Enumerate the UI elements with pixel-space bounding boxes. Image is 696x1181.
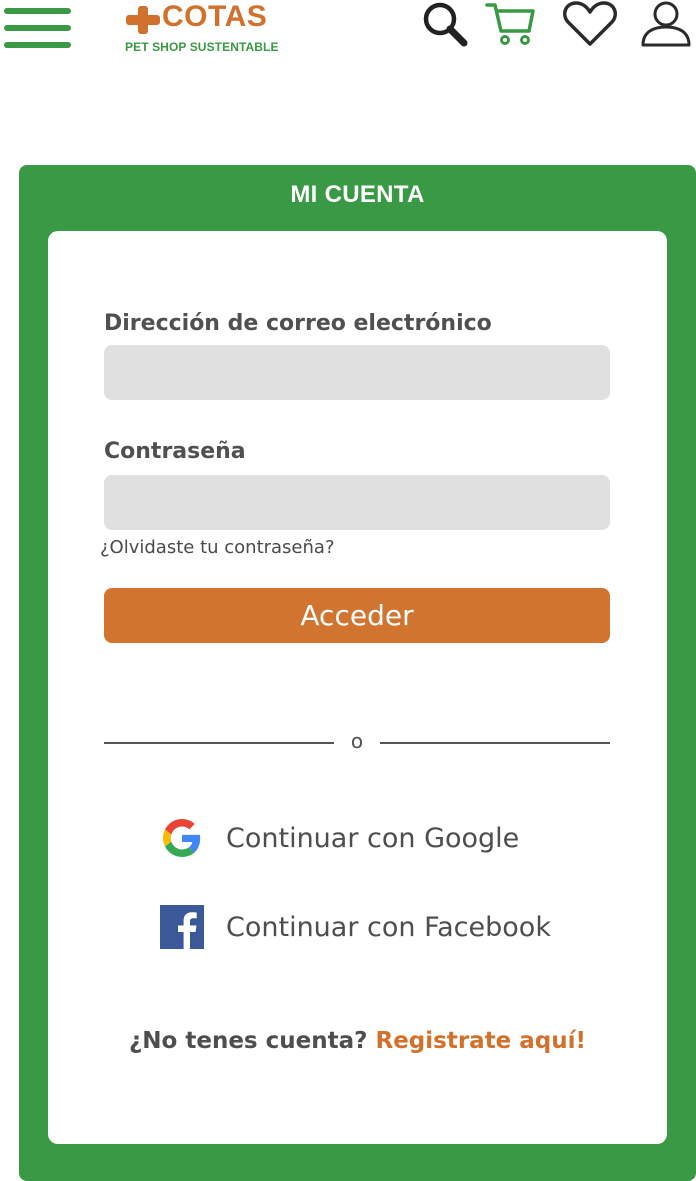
forgot-password-link[interactable]: ¿Olvidaste tu contraseña? bbox=[100, 537, 335, 558]
brand-logo[interactable]: COTAS PET SHOP SUSTENTABLE bbox=[124, 0, 278, 56]
card-title: MI CUENTA bbox=[290, 181, 425, 208]
hamburger-menu-icon[interactable] bbox=[4, 7, 72, 51]
logo-tagline: PET SHOP SUSTENTABLE bbox=[125, 40, 279, 54]
register-prompt: ¿No tenes cuenta? Registrate aquí! bbox=[48, 1028, 667, 1054]
register-link[interactable]: Registrate aquí! bbox=[375, 1028, 586, 1054]
email-label: Dirección de correo electrónico bbox=[104, 311, 492, 336]
facebook-login-label: Continuar con Facebook bbox=[226, 911, 551, 943]
divider-line-right bbox=[380, 742, 610, 744]
search-icon[interactable] bbox=[422, 1, 470, 47]
heart-icon[interactable] bbox=[562, 0, 618, 48]
divider-text: o bbox=[350, 729, 364, 753]
password-label: Contraseña bbox=[104, 439, 246, 464]
google-login-label: Continuar con Google bbox=[226, 822, 520, 854]
email-field[interactable] bbox=[104, 345, 610, 400]
facebook-login-button[interactable]: Continuar con Facebook bbox=[160, 904, 551, 950]
google-login-button[interactable]: Continuar con Google bbox=[160, 815, 519, 861]
account-card: MI CUENTA Dirección de correo electrónic… bbox=[19, 165, 696, 1181]
site-header: COTAS PET SHOP SUSTENTABLE bbox=[0, 0, 696, 60]
google-icon bbox=[160, 816, 204, 860]
login-button[interactable]: Acceder bbox=[104, 588, 610, 643]
login-form: Dirección de correo electrónico Contrase… bbox=[48, 231, 667, 1144]
logo-wordmark: COTAS bbox=[162, 0, 268, 33]
logo-plus-icon bbox=[126, 6, 160, 34]
cart-icon[interactable] bbox=[485, 1, 537, 47]
facebook-icon bbox=[160, 905, 204, 949]
password-field[interactable] bbox=[104, 475, 610, 530]
register-question: ¿No tenes cuenta? bbox=[128, 1028, 368, 1054]
divider-line-left bbox=[104, 742, 334, 744]
user-icon[interactable] bbox=[640, 0, 692, 48]
